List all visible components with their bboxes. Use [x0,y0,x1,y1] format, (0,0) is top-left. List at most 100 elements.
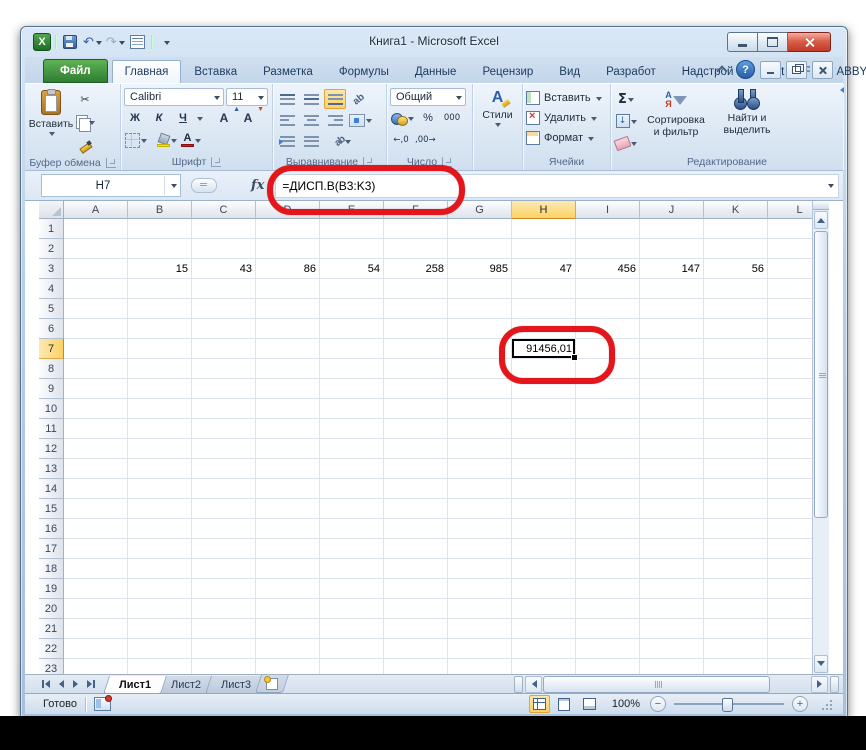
cell-F16[interactable] [384,519,448,539]
font-color-button[interactable]: А [180,130,202,150]
cell-L12[interactable] [768,439,816,459]
column-header-A[interactable]: A [64,201,128,219]
cell-K2[interactable] [704,239,768,259]
column-header-H[interactable]: H [512,201,576,219]
cell-I3[interactable]: 456 [576,259,640,279]
cell-H1[interactable] [512,219,576,239]
cell-C2[interactable] [192,239,256,259]
cell-J21[interactable] [640,619,704,639]
cell-H18[interactable] [512,559,576,579]
cell-C8[interactable] [192,359,256,379]
cell-B1[interactable] [128,219,192,239]
cell-I23[interactable] [576,659,640,674]
cell-G7[interactable] [448,339,512,359]
cell-B22[interactable] [128,639,192,659]
cell-B10[interactable] [128,399,192,419]
cell-L1[interactable] [768,219,816,239]
row-header-19[interactable]: 19 [39,579,64,599]
row-header-9[interactable]: 9 [39,379,64,399]
cell-D12[interactable] [256,439,320,459]
ribbon-tab-Данные[interactable]: Данные [402,60,470,83]
row-header-15[interactable]: 15 [39,499,64,519]
cell-G1[interactable] [448,219,512,239]
row-header-3[interactable]: 3 [39,259,64,279]
row-header-18[interactable]: 18 [39,559,64,579]
cell-E19[interactable] [320,579,384,599]
cell-D9[interactable] [256,379,320,399]
horizontal-split-handle[interactable] [830,676,839,693]
align-center-button[interactable] [300,110,322,130]
cell-J12[interactable] [640,439,704,459]
cell-J17[interactable] [640,539,704,559]
cell-E9[interactable] [320,379,384,399]
cell-C16[interactable] [192,519,256,539]
cell-A22[interactable] [64,639,128,659]
row-header-16[interactable]: 16 [39,519,64,539]
zoom-level[interactable]: 100% [612,698,640,710]
grow-font-button[interactable]: А▲ [213,108,235,128]
cell-F10[interactable] [384,399,448,419]
cell-B23[interactable] [128,659,192,674]
cell-C7[interactable] [192,339,256,359]
cell-D23[interactable] [256,659,320,674]
vertical-split-handle[interactable] [813,201,829,210]
cell-C13[interactable] [192,459,256,479]
cell-I6[interactable] [576,319,640,339]
cell-K16[interactable] [704,519,768,539]
cell-G17[interactable] [448,539,512,559]
column-header-E[interactable]: E [320,201,384,219]
cell-A9[interactable] [64,379,128,399]
cell-K6[interactable] [704,319,768,339]
cell-B19[interactable] [128,579,192,599]
styles-button[interactable]: А Стили [476,86,519,153]
cell-H11[interactable] [512,419,576,439]
cell-F19[interactable] [384,579,448,599]
cell-F11[interactable] [384,419,448,439]
next-sheet-button[interactable] [69,677,83,692]
cell-K12[interactable] [704,439,768,459]
clear-button[interactable] [614,133,638,153]
cell-A23[interactable] [64,659,128,674]
column-header-I[interactable]: I [576,201,640,219]
delete-cells-button[interactable]: Удалить [526,109,607,127]
cell-A6[interactable] [64,319,128,339]
row-header-13[interactable]: 13 [39,459,64,479]
cell-H16[interactable] [512,519,576,539]
cell-E23[interactable] [320,659,384,674]
cell-G2[interactable] [448,239,512,259]
ribbon-tab-Главная[interactable]: Главная [112,60,182,83]
cell-G11[interactable] [448,419,512,439]
cell-A15[interactable] [64,499,128,519]
vertical-scroll-thumb[interactable] [814,231,828,518]
cell-C5[interactable] [192,299,256,319]
bold-button[interactable]: Ж [124,108,146,128]
cell-G15[interactable] [448,499,512,519]
cell-J16[interactable] [640,519,704,539]
close-button[interactable] [788,32,831,52]
cell-J3[interactable]: 147 [640,259,704,279]
row-header-5[interactable]: 5 [39,299,64,319]
cell-K20[interactable] [704,599,768,619]
align-bottom-button[interactable] [324,89,346,109]
workbook-restore-button[interactable] [786,61,807,79]
column-header-D[interactable]: D [256,201,320,219]
cell-D7[interactable] [256,339,320,359]
sheet-tab-Лист1[interactable]: Лист1 [103,676,167,694]
cell-F5[interactable] [384,299,448,319]
cell-I7[interactable] [576,339,640,359]
cell-F20[interactable] [384,599,448,619]
cell-G5[interactable] [448,299,512,319]
cell-C4[interactable] [192,279,256,299]
cell-I2[interactable] [576,239,640,259]
cell-K21[interactable] [704,619,768,639]
cell-B9[interactable] [128,379,192,399]
row-header-17[interactable]: 17 [39,539,64,559]
merge-center-button[interactable] [348,110,373,130]
cell-J7[interactable] [640,339,704,359]
cell-I12[interactable] [576,439,640,459]
cell-E18[interactable] [320,559,384,579]
cell-I13[interactable] [576,459,640,479]
cell-H20[interactable] [512,599,576,619]
cell-G6[interactable] [448,319,512,339]
cell-C20[interactable] [192,599,256,619]
